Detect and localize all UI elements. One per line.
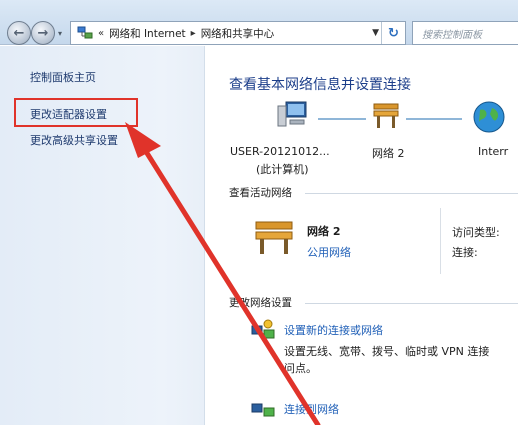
section-divider (305, 303, 518, 304)
active-network-name: 网络 2 (307, 225, 341, 238)
refresh-button[interactable]: ↻ (381, 22, 405, 44)
map-network-name: 网络 2 (372, 147, 405, 160)
computer-name: USER-20121012... (230, 145, 330, 158)
breadcrumb-overflow[interactable]: « (98, 28, 104, 39)
address-toolbar: ← → ▾ « 网络和 Internet ▸ 网络和共享中心 ▼ ↻ 搜索控制面… (0, 0, 518, 45)
address-dropdown-chevron-icon[interactable]: ▼ (372, 28, 379, 38)
internet-globe-icon[interactable] (472, 100, 506, 137)
bench-network-icon[interactable] (370, 100, 402, 133)
page-title: 查看基本网络信息并设置连接 (229, 77, 411, 93)
search-input[interactable]: 搜索控制面板 (412, 21, 518, 45)
address-bar[interactable]: « 网络和 Internet ▸ 网络和共享中心 ▼ ↻ (70, 21, 406, 45)
setup-connection-link[interactable]: 设置新的连接或网络 (284, 322, 383, 338)
back-button[interactable]: ← (7, 21, 31, 45)
sidebar-item-advanced-sharing[interactable]: 更改高级共享设置 (30, 132, 118, 148)
connect-network-link[interactable]: 连接到网络 (284, 401, 339, 417)
divider (440, 208, 441, 274)
section-divider (305, 193, 518, 194)
new-connection-icon[interactable] (250, 318, 276, 345)
forward-arrow-icon: → (37, 25, 49, 41)
forward-button[interactable]: → (31, 21, 55, 45)
connect-network-icon[interactable] (250, 398, 276, 425)
setup-connection-desc-2: 问点。 (284, 362, 317, 375)
internet-label: Interr (478, 145, 509, 158)
connection-label: 连接: (452, 246, 478, 259)
recent-pages-chevron-icon[interactable]: ▾ (58, 29, 62, 38)
setup-connection-desc: 设置无线、宽带、拨号、临时或 VPN 连接 (284, 345, 490, 358)
sidebar-item-home[interactable]: 控制面板主页 (30, 69, 96, 85)
network-type-link[interactable]: 公用网络 (307, 244, 351, 260)
network-center-icon (76, 25, 94, 41)
connection-line (406, 118, 462, 120)
computer-icon[interactable] (276, 100, 310, 133)
computer-note: (此计算机) (256, 163, 309, 176)
active-networks-title: 查看活动网络 (229, 187, 292, 199)
highlight-box (14, 98, 138, 127)
change-settings-title: 更改网络设置 (229, 297, 292, 309)
breadcrumb-separator-icon[interactable]: ▸ (191, 28, 196, 39)
back-arrow-icon: ← (13, 25, 25, 41)
search-placeholder: 搜索控制面板 (422, 29, 482, 41)
breadcrumb-sharing-center[interactable]: 网络和共享中心 (201, 26, 275, 41)
breadcrumb-network-internet[interactable]: 网络和 Internet (109, 26, 186, 41)
access-type-label: 访问类型: (452, 226, 500, 239)
connection-line (318, 118, 366, 120)
bench-network-icon[interactable] (252, 216, 296, 259)
